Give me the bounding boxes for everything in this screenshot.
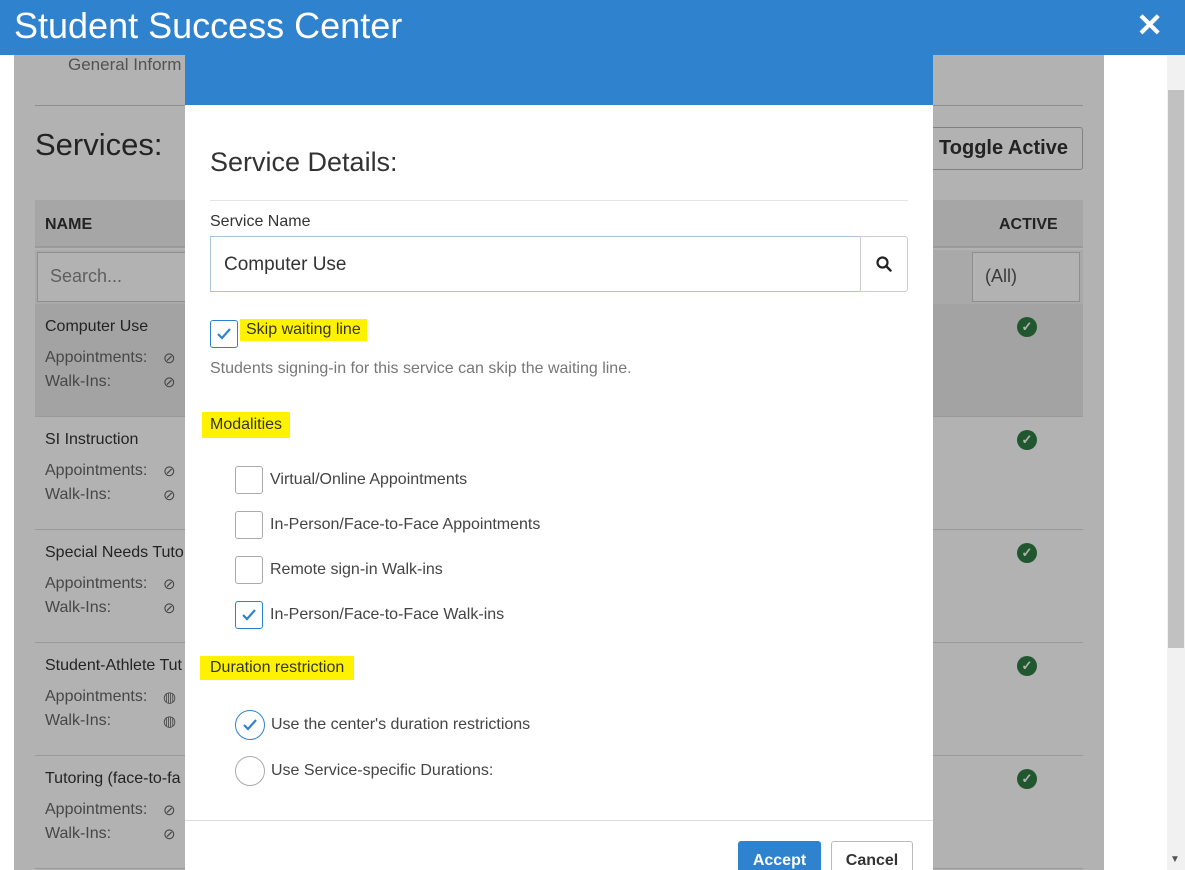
- duration-restriction-heading: Duration restriction: [200, 656, 355, 680]
- scroll-down-arrow-icon[interactable]: ▼: [1170, 854, 1180, 865]
- service-duration-radio[interactable]: [235, 756, 265, 786]
- in-person-appointments-checkbox[interactable]: [235, 511, 263, 539]
- modalities-heading: Modalities: [202, 412, 291, 438]
- checkmark-icon: [242, 609, 256, 621]
- in-person-walkins-checkbox[interactable]: [235, 601, 263, 629]
- remote-walkins-checkbox[interactable]: [235, 556, 263, 584]
- in-person-walkins-label[interactable]: In-Person/Face-to-Face Walk-ins: [270, 606, 504, 624]
- service-duration-label[interactable]: Use Service-specific Durations:: [271, 762, 493, 780]
- virtual-appointments-label[interactable]: Virtual/Online Appointments: [270, 471, 467, 489]
- search-icon: [876, 256, 892, 272]
- remote-walkins-label[interactable]: Remote sign-in Walk-ins: [270, 561, 443, 579]
- close-icon[interactable]: ✕: [1136, 6, 1163, 44]
- accept-button[interactable]: Accept: [738, 841, 821, 870]
- service-name-input[interactable]: Computer Use: [210, 236, 861, 292]
- service-name-label: Service Name: [210, 213, 311, 230]
- in-person-appointments-label[interactable]: In-Person/Face-to-Face Appointments: [270, 516, 540, 534]
- skip-waiting-label[interactable]: Skip waiting line: [240, 319, 367, 341]
- app-header: Student Success Center ✕: [0, 0, 1185, 55]
- center-duration-label[interactable]: Use the center's duration restrictions: [271, 716, 530, 734]
- skip-waiting-help-text: Students signing-in for this service can…: [210, 360, 632, 377]
- skip-waiting-checkbox[interactable]: [210, 320, 238, 348]
- cancel-button[interactable]: Cancel: [831, 841, 913, 870]
- service-details-modal: Service Details: Service Name Computer U…: [185, 55, 933, 870]
- modal-header: [185, 55, 933, 105]
- center-duration-radio[interactable]: [235, 710, 265, 740]
- divider: [210, 200, 908, 201]
- virtual-appointments-checkbox[interactable]: [235, 466, 263, 494]
- app-title: Student Success Center: [14, 5, 403, 46]
- scrollbar-thumb[interactable]: [1168, 90, 1184, 648]
- checkmark-icon: [243, 719, 257, 731]
- modal-title: Service Details:: [210, 147, 398, 177]
- search-button[interactable]: [860, 236, 908, 292]
- checkmark-icon: [217, 328, 231, 340]
- divider: [185, 820, 933, 821]
